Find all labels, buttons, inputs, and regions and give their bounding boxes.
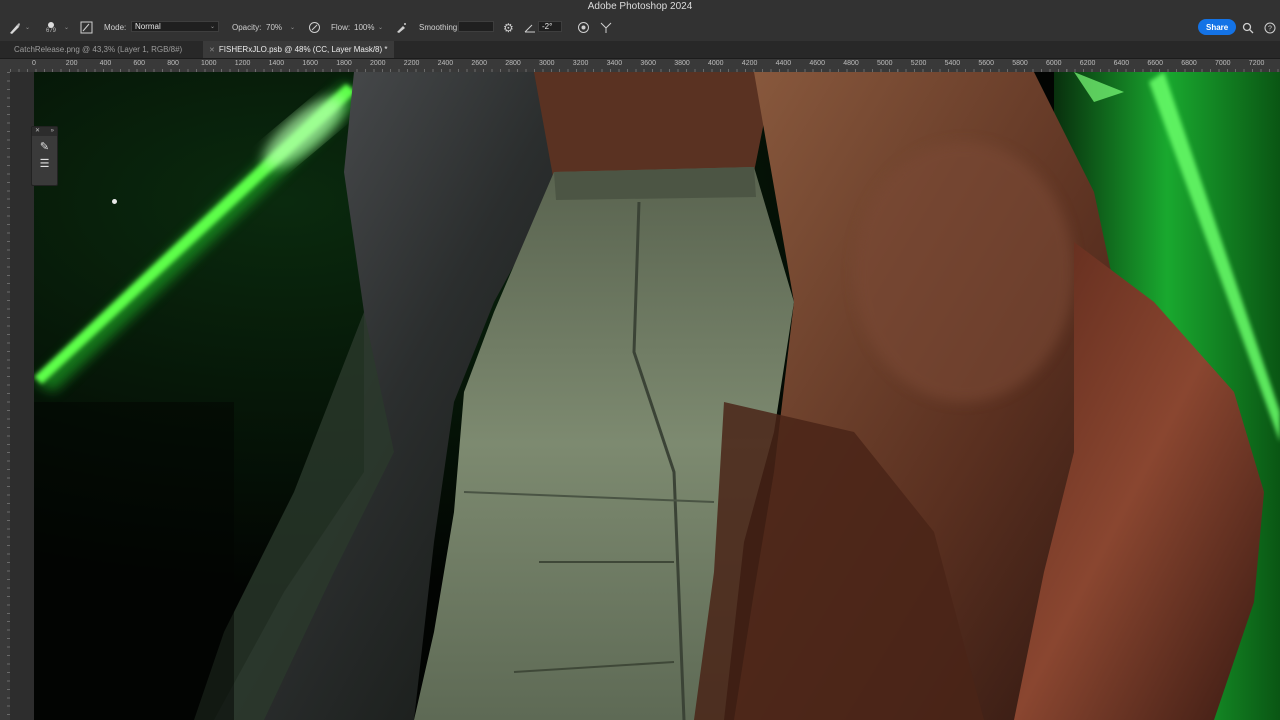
chevron-down-icon[interactable]: ⌄ (64, 14, 69, 41)
tab-fisherxjlo[interactable]: ✕ FISHERxJLO.psb @ 48% (CC, Layer Mask/8)… (203, 41, 394, 58)
share-button[interactable]: Share (1198, 19, 1237, 35)
opacity-chevron-icon[interactable]: ⌄ (290, 14, 295, 41)
brush-icon[interactable]: ✎ (32, 140, 57, 153)
smoothing-input[interactable] (458, 21, 494, 32)
ruler-tick-label: 1200 (234, 60, 251, 67)
tab-label: CatchRelease.png @ 43,3% (Layer 1, RGB/8… (14, 45, 183, 54)
pressure-icon[interactable] (308, 14, 321, 41)
ruler-tick-label: 5200 (910, 60, 927, 67)
ruler-tick-label: 4200 (741, 60, 758, 67)
ruler-tick-label: 200 (65, 60, 78, 67)
mode-value: Normal (135, 22, 161, 31)
ruler-tick-label: 4000 (708, 60, 724, 67)
ruler-tick-label: 3600 (640, 60, 656, 67)
smoothing-label: Smoothing: (419, 23, 460, 32)
svg-text:?: ? (1268, 25, 1272, 32)
airbrush-icon[interactable] (395, 14, 408, 41)
ruler-tick-label: 6400 (1113, 60, 1130, 67)
close-icon[interactable]: ✕ (209, 47, 215, 54)
ruler-tick-label: 3800 (674, 60, 690, 67)
ruler-tick-label: 7200 (1248, 60, 1265, 67)
panel-header[interactable]: ✕» (32, 127, 57, 136)
artwork-image (34, 72, 1280, 720)
pressure-size-icon[interactable] (577, 14, 590, 41)
symmetry-icon[interactable] (599, 14, 613, 41)
flow-value[interactable]: 100% (354, 14, 374, 41)
document-tabs: CatchRelease.png @ 43,3% (Layer 1, RGB/8… (0, 41, 1280, 59)
collapse-icon[interactable]: » (51, 127, 54, 136)
mode-select[interactable]: Normal ⌄ (131, 21, 219, 32)
brush-cursor (112, 199, 117, 204)
ruler-tick-label: 400 (99, 60, 112, 67)
floating-brush-panel: ✕» ✎ ☰ (31, 126, 58, 186)
flow-label: Flow: (331, 23, 351, 32)
ruler-tick-label: 6200 (1079, 60, 1096, 67)
ruler-tick-label: 5400 (944, 60, 961, 67)
search-icon[interactable] (1242, 14, 1254, 41)
tab-label: FISHERxJLO.psb @ 48% (CC, Layer Mask/8) … (218, 45, 388, 54)
tab-catchrelease[interactable]: CatchRelease.png @ 43,3% (Layer 1, RGB/8… (8, 41, 188, 58)
ruler-corner (0, 59, 10, 72)
ruler-tick-label: 4400 (775, 60, 792, 67)
ruler-tick-label: 600 (133, 60, 146, 67)
ruler-tick-label: 5600 (978, 60, 994, 67)
ruler-tick-label: 2200 (403, 60, 420, 67)
ruler-tick-label: 4600 (809, 60, 825, 67)
ruler-tick-label: 0 (32, 60, 36, 67)
flow-chevron-icon[interactable]: ⌄ (378, 14, 383, 41)
brush-size: 679 (46, 27, 57, 34)
mode-label: Mode: (104, 23, 127, 32)
ruler-tick-label: 3200 (572, 60, 589, 67)
ruler-tick-label: 1400 (268, 60, 285, 67)
gear-icon[interactable]: ⚙ (503, 14, 514, 41)
ruler-tick-label: 3400 (606, 60, 623, 67)
horizontal-ruler[interactable]: 0 200 400 600 800 1000 1200 1400 1600 1800 2000 220… (10, 59, 1280, 73)
opacity-value[interactable]: 70% (266, 14, 282, 41)
brush-preset-picker[interactable]: 679 (46, 14, 56, 41)
close-icon[interactable]: ✕ (35, 127, 40, 136)
brush-settings-icon[interactable]: ☰ (32, 157, 57, 170)
options-bar: ⌄ 679 ⌄ Mode: Normal ⌄ Opacity: 70% ⌄ Fl… (0, 14, 1280, 41)
ruler-tick-label: 1800 (336, 60, 352, 67)
ruler-tick-label: 4800 (843, 60, 859, 67)
angle-input[interactable]: -2° (538, 21, 562, 32)
ruler-tick-label: 1000 (201, 60, 217, 67)
ruler-tick-label: 6600 (1147, 60, 1163, 67)
ruler-tick-label: 2400 (437, 60, 454, 67)
ruler-tick-label: 1600 (302, 60, 318, 67)
ruler-tick-label: 800 (167, 60, 179, 67)
ruler-tick-label: 5000 (877, 60, 893, 67)
document-canvas[interactable] (34, 72, 1280, 720)
brush-tool-icon[interactable]: ⌄ (8, 14, 30, 41)
ruler-tick-label: 6800 (1181, 60, 1197, 67)
ruler-tick-label: 6000 (1046, 60, 1062, 67)
ruler-tick-label: 2600 (471, 60, 487, 67)
angle-icon (524, 14, 536, 41)
ruler-tick-label: 5800 (1012, 60, 1028, 67)
ruler-tick-label: 3000 (539, 60, 555, 67)
brush-settings-icon[interactable] (80, 14, 93, 41)
ruler-tick-label: 2800 (505, 60, 521, 67)
help-icon[interactable]: ? (1264, 14, 1276, 41)
ruler-tick-label: 2000 (370, 60, 386, 67)
opacity-label: Opacity: (232, 23, 262, 32)
ruler-tick-label: 7000 (1215, 60, 1231, 67)
window-title: Adobe Photoshop 2024 (0, 0, 1280, 14)
